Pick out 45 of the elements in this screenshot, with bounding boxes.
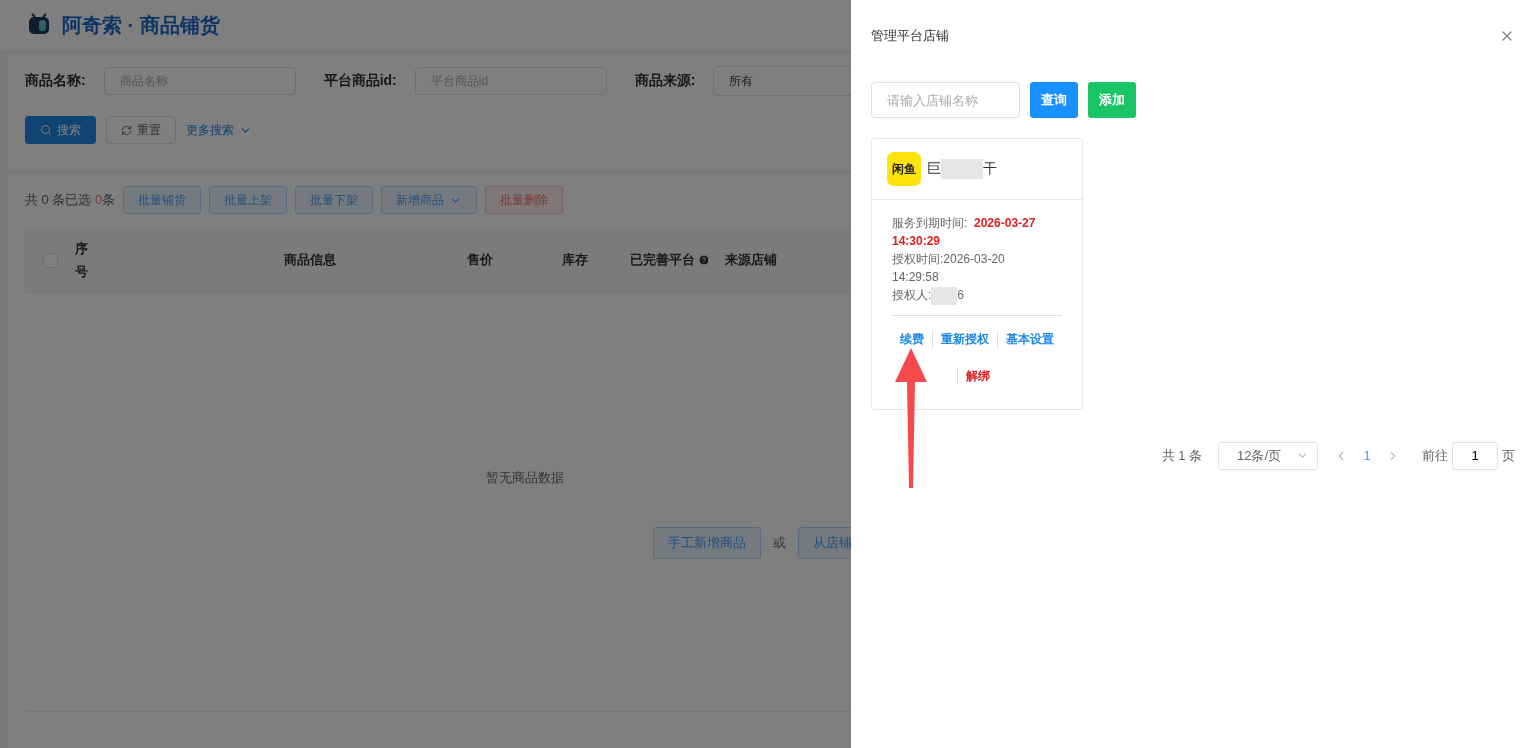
page-number[interactable]: 1 [1348,448,1386,464]
shop-action-link[interactable]: 重新授权 [932,330,997,348]
column-header: 商品信息 [284,251,336,270]
shop-action-link[interactable]: 基本设置 [997,330,1062,348]
owner-info: 授权人: 6 [892,286,1052,305]
total-count: 共 1 条 [1161,446,1202,465]
auth-time-info: 授权时间:2026-03-20 14:29:58 [892,251,1006,286]
column-header: 序号 [75,239,89,281]
page-size-select[interactable]: 12条/页 [1218,441,1318,470]
help-icon[interactable] [698,254,710,266]
batch-button[interactable]: 批量下架 [295,186,374,214]
app-title: 阿奇索 · 商品铺货 [62,12,220,38]
shop-search-field[interactable]: 请输入店铺名称 [871,82,1020,118]
column-header: 来源店铺 [725,251,777,270]
search-button[interactable]: 搜索 [25,116,96,144]
add-product-button[interactable]: 从店铺 [798,527,851,559]
shop-action-link[interactable]: 续费 [892,330,932,348]
filter-label: 商品来源: [634,72,696,90]
empty-message: 暂无商品数据 [486,469,564,487]
column-header: 售价 [467,251,493,270]
or-text: 或 [773,534,786,552]
batch-button[interactable]: 新增商品 [381,186,478,214]
drawer-title: 管理平台店铺 [871,27,949,45]
filter-label: 平台商品id: [323,72,397,90]
page-suffix: 页 [1502,446,1515,465]
batch-button[interactable]: 批量上架 [209,186,288,214]
shop-name: 巨 干 [927,159,997,179]
expire-info: 服务到期时间: 2026-03-27 14:30:29 [892,215,1037,250]
shop-logo: 闲鱼 [887,152,921,186]
column-header: 库存 [562,251,588,270]
goto-page-field[interactable]: 1 [1452,441,1498,470]
goto-label: 前往 [1422,446,1448,465]
filter-label: 商品名称: [25,72,86,90]
add-button[interactable]: 添加 [1088,82,1136,118]
batch-button[interactable]: 批量删除 [485,186,564,214]
more-search-link[interactable]: 更多搜索 [186,116,252,144]
column-header: 已完善平台 [630,251,695,270]
batch-button[interactable]: 批量铺货 [123,186,202,214]
shop-action-link[interactable]: 解绑 [956,367,998,385]
add-product-button[interactable]: 手工新增商品 [653,527,761,559]
selection-summary: 共 0 条已选 0条 [25,191,116,209]
refresh-icon [121,124,132,136]
search-icon [40,124,52,136]
query-button[interactable]: 查询 [1030,82,1078,118]
reset-button[interactable]: 重置 [106,116,176,144]
